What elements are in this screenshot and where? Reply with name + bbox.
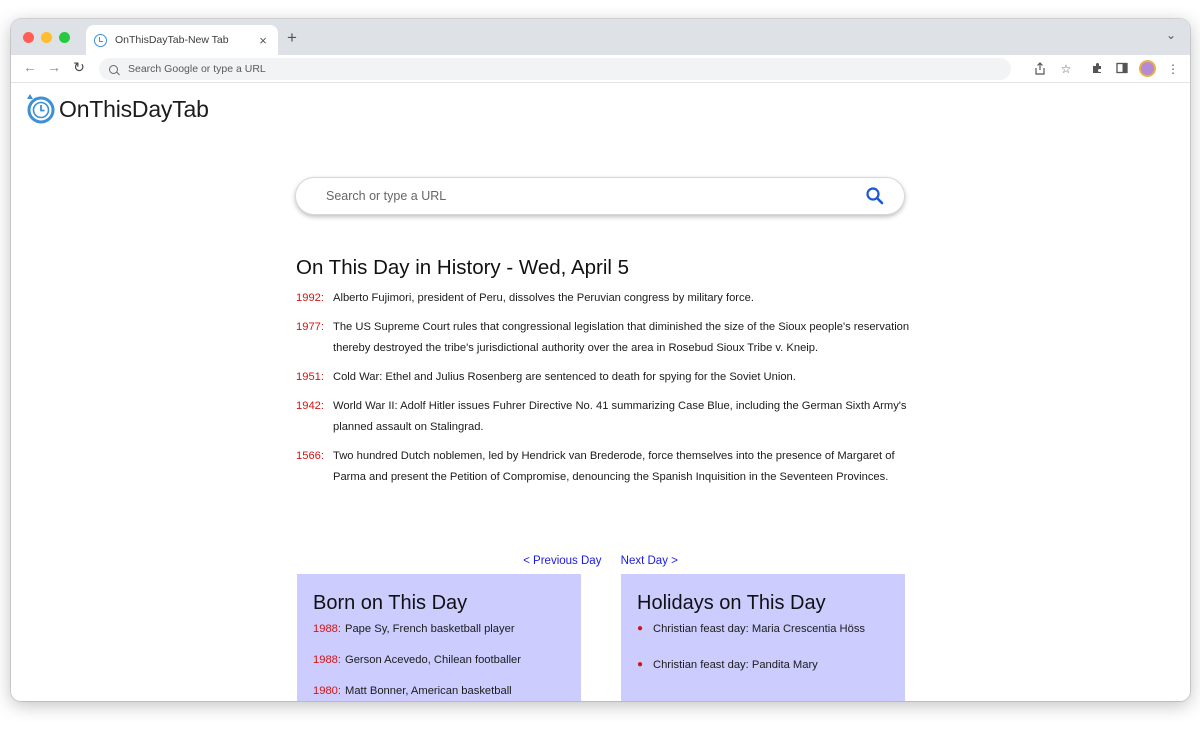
born-title: Born on This Day: [313, 592, 468, 614]
event-year[interactable]: 1566:: [296, 446, 333, 488]
history-event: 1992: Alberto Fujimori, president of Per…: [296, 288, 916, 309]
logo-text: OnThisDayTab: [59, 95, 209, 122]
back-arrow-icon[interactable]: ←: [21, 59, 39, 75]
event-text: Alberto Fujimori, president of Peru, dis…: [333, 292, 754, 304]
born-text: Pape Sy, French basketball player: [345, 623, 515, 635]
maximize-window-button[interactable]: [59, 32, 70, 43]
event-year[interactable]: 1951:: [296, 367, 333, 388]
event-year[interactable]: 1992:: [296, 288, 333, 309]
holiday-text: Christian feast day: Pandita Mary: [653, 659, 818, 671]
history-event: 1942: World War II: Adolf Hitler issues …: [296, 396, 916, 438]
side-panel-icon[interactable]: [1115, 62, 1129, 76]
event-year[interactable]: 1942:: [296, 396, 333, 438]
window-controls: [23, 32, 70, 43]
bookmark-star-icon[interactable]: ☆: [1059, 62, 1073, 76]
next-day-link[interactable]: Next Day >: [621, 555, 678, 567]
site-logo[interactable]: OnThisDayTab: [25, 93, 209, 125]
browser-toolbar: ← → ↻ Search Google or type a URL ☆ ⋮: [11, 55, 1190, 83]
event-text: World War II: Adolf Hitler issues Fuhrer…: [333, 400, 907, 433]
share-icon[interactable]: [1033, 62, 1047, 76]
event-text: The US Supreme Court rules that congress…: [333, 321, 910, 354]
history-event: 1566: Two hundred Dutch noblemen, led by…: [296, 446, 916, 488]
new-tab-page: OnThisDayTab On This Day in History - We…: [11, 83, 1190, 701]
address-bar-placeholder: Search Google or type a URL: [128, 63, 266, 75]
holidays-title: Holidays on This Day: [637, 592, 826, 614]
holiday-item: ● Christian feast day: Pandita Mary: [637, 655, 889, 675]
event-text: Cold War: Ethel and Julius Rosenberg are…: [333, 371, 796, 383]
close-window-button[interactable]: [23, 32, 34, 43]
address-bar[interactable]: Search Google or type a URL: [99, 58, 1011, 80]
holiday-item: ● Christian feast day: Maria Crescentia …: [637, 619, 889, 639]
born-item: 1988: Pape Sy, French basketball player: [313, 619, 565, 650]
bullet-icon: ●: [637, 623, 644, 634]
bullet-icon: ●: [637, 659, 644, 670]
history-title: On This Day in History - Wed, April 5: [296, 256, 630, 279]
born-year[interactable]: 1988:: [313, 623, 341, 635]
born-year[interactable]: 1988:: [313, 654, 341, 666]
born-text: Gerson Acevedo, Chilean footballer: [345, 654, 522, 666]
search-icon[interactable]: [862, 183, 888, 209]
born-item: 1988: Gerson Acevedo, Chilean footballer: [313, 650, 565, 681]
born-year[interactable]: 1980:: [313, 685, 341, 697]
reload-icon[interactable]: ↻: [70, 59, 88, 76]
history-event: 1951: Cold War: Ethel and Julius Rosenbe…: [296, 367, 916, 388]
born-item: 1980: Matt Bonner, American basketball: [313, 681, 565, 701]
history-event: 1977: The US Supreme Court rules that co…: [296, 317, 916, 359]
browser-window: OnThisDayTab-New Tab × + ⌄ ← → ↻ Search …: [11, 19, 1190, 701]
tab-bar: OnThisDayTab-New Tab × + ⌄: [11, 19, 1190, 55]
more-menu-icon[interactable]: ⋮: [1166, 62, 1180, 76]
clock-logo-icon: [27, 94, 55, 124]
tab-title: OnThisDayTab-New Tab: [115, 34, 229, 46]
day-navigation: < Previous Day Next Day >: [11, 555, 1190, 567]
new-tab-button[interactable]: +: [287, 28, 297, 48]
profile-avatar[interactable]: [1139, 60, 1156, 77]
extensions-puzzle-icon[interactable]: [1090, 62, 1104, 76]
born-card: Born on This Day 1988: Pape Sy, French ba…: [297, 574, 581, 701]
event-text: Two hundred Dutch noblemen, led by Hendr…: [333, 450, 895, 483]
search-box[interactable]: [295, 177, 905, 215]
events-list: 1992: Alberto Fujimori, president of Per…: [296, 288, 916, 496]
previous-day-link[interactable]: < Previous Day: [523, 555, 601, 567]
tab-search-chevron-icon[interactable]: ⌄: [1166, 28, 1176, 42]
minimize-window-button[interactable]: [41, 32, 52, 43]
search-input[interactable]: [326, 189, 862, 203]
holidays-card: Holidays on This Day ● Christian feast d…: [621, 574, 905, 701]
born-text: Matt Bonner, American basketball: [345, 685, 512, 697]
browser-tab[interactable]: OnThisDayTab-New Tab ×: [86, 25, 278, 55]
omnibox-search-icon: [109, 64, 118, 74]
tab-close-icon[interactable]: ×: [256, 33, 270, 48]
holiday-text: Christian feast day: Maria Crescentia Hö…: [653, 623, 866, 635]
event-year[interactable]: 1977:: [296, 317, 333, 359]
clock-favicon-icon: [94, 33, 107, 47]
forward-arrow-icon[interactable]: →: [45, 59, 63, 75]
